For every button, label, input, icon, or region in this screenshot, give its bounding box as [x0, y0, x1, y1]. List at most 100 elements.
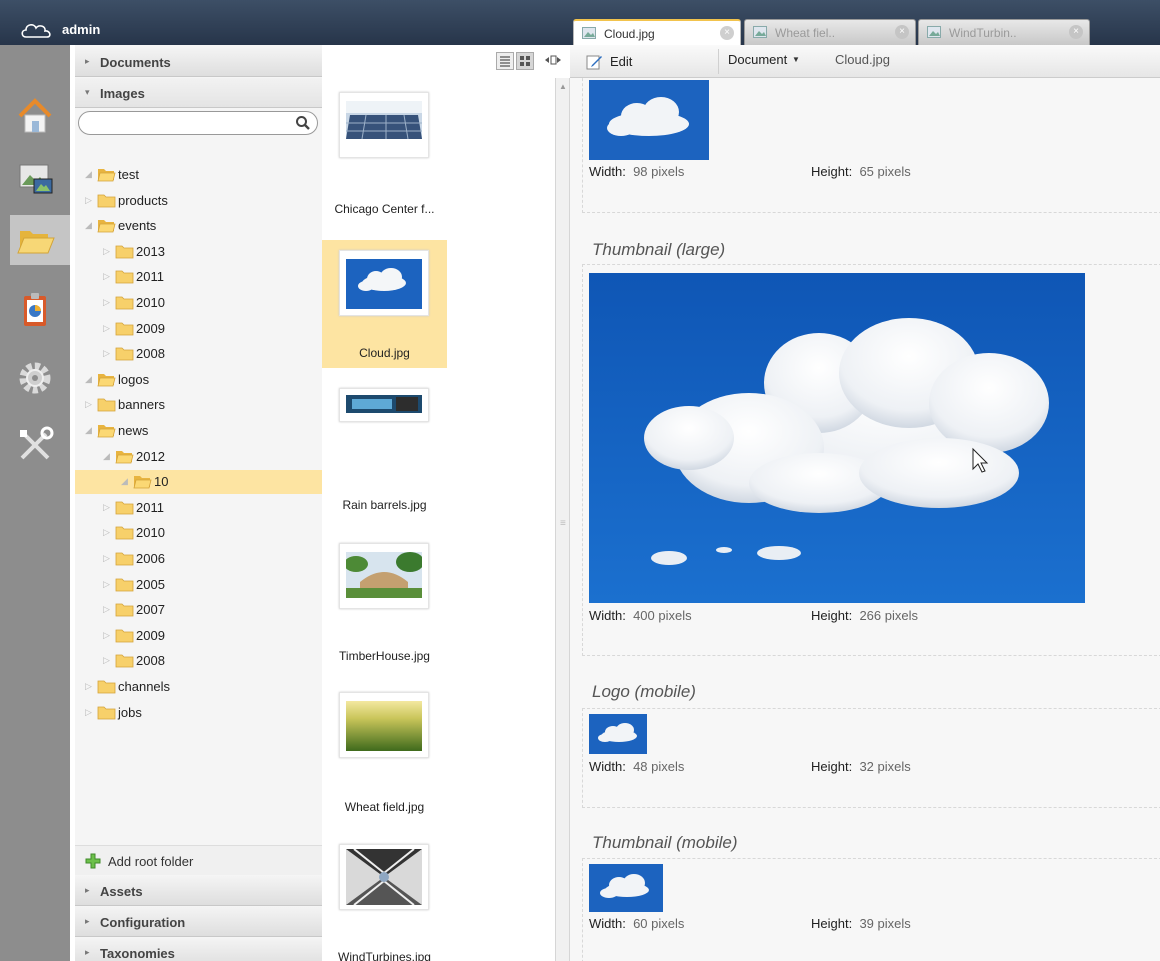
tab-wind-turbines[interactable]: WindTurbin.. × [918, 19, 1090, 45]
document-dropdown[interactable]: Document [728, 52, 787, 67]
tree-collapsed-icon[interactable]: ▷ [103, 655, 110, 666]
tree-node[interactable]: ▷ banners [75, 393, 322, 417]
file-item-timber-house[interactable]: TimberHouse.jpg [322, 533, 447, 663]
large-thumbnail-image [589, 273, 1085, 603]
tree-collapsed-icon[interactable]: ▷ [103, 579, 110, 590]
file-item-wind-turbines[interactable]: WindTurbines.jpg [322, 834, 447, 961]
content-toolbar: Edit Document ▼ Cloud.jpg [570, 45, 1160, 78]
tree-node[interactable]: ▷ products [75, 189, 322, 213]
file-item-wheat-field[interactable]: Wheat field.jpg [322, 682, 447, 814]
scroll-up-icon[interactable]: ▲ [559, 82, 567, 91]
edit-button[interactable]: Edit [584, 51, 644, 73]
tab-label: Cloud.jpg [604, 27, 655, 41]
tree-node[interactable]: ◢ test [75, 163, 322, 187]
search-input[interactable] [89, 115, 289, 131]
view-toggles [496, 52, 568, 72]
folder-open-icon [133, 476, 152, 489]
accordion-label: Images [100, 86, 145, 101]
file-item-rain-barrels[interactable]: Rain barrels.jpg [322, 378, 447, 512]
tree-node[interactable]: ▷ 2011 [75, 265, 322, 289]
tree-expanded-icon[interactable]: ◢ [85, 220, 92, 231]
file-item-chicago-center[interactable]: Chicago Center f... [322, 82, 447, 216]
thumbnail [339, 92, 429, 158]
rail-tools-button[interactable] [10, 420, 60, 470]
rail-home-button[interactable] [10, 90, 60, 140]
expand-panel-button[interactable] [544, 52, 562, 70]
tree-collapsed-icon[interactable]: ▷ [103, 271, 110, 282]
width-readout: Width: 60 pixels [589, 916, 685, 931]
user-name[interactable]: admin [62, 22, 100, 37]
tree-node[interactable]: ▷ 2008 [75, 342, 322, 366]
variant-thumbnail-large: Width: 400 pixels Height: 266 pixels [582, 264, 1160, 656]
tree-node[interactable]: ▷ 2006 [75, 547, 322, 571]
list-view-button[interactable] [496, 52, 514, 70]
add-root-folder-button[interactable]: Add root folder [75, 845, 322, 875]
tab-cloud-jpg[interactable]: Cloud.jpg × [573, 19, 741, 45]
tree-collapsed-icon[interactable]: ▷ [85, 681, 92, 692]
accordion-label: Documents [100, 55, 171, 70]
grid-view-button[interactable] [516, 52, 534, 70]
tree-collapsed-icon[interactable]: ▷ [103, 527, 110, 538]
tree-collapsed-icon[interactable]: ▷ [103, 553, 110, 564]
chevron-right-icon: ▸ [85, 56, 90, 66]
close-icon[interactable]: × [1069, 25, 1083, 39]
tree-node[interactable]: ▷ 2013 [75, 240, 322, 264]
rail-images-button[interactable] [10, 153, 60, 203]
tree-node[interactable]: ▷ 2009 [75, 624, 322, 648]
tree-collapsed-icon[interactable]: ▷ [103, 502, 110, 513]
tree-collapsed-icon[interactable]: ▷ [85, 399, 92, 410]
file-item-cloud[interactable]: Cloud.jpg [322, 240, 447, 368]
tree-node[interactable]: ◢ logos [75, 368, 322, 392]
accordion-taxonomies[interactable]: ▸ Taxonomies [75, 938, 322, 961]
tree-node[interactable]: ▷ 2011 [75, 496, 322, 520]
tree-collapsed-icon[interactable]: ▷ [85, 707, 92, 718]
divider [718, 49, 719, 74]
tree-node[interactable]: ▷ channels [75, 675, 322, 699]
tree-collapsed-icon[interactable]: ▷ [103, 348, 110, 359]
tree-expanded-icon[interactable]: ◢ [103, 451, 110, 462]
tree-node-label: 2010 [136, 295, 165, 310]
tree-node[interactable]: ◢ news [75, 419, 322, 443]
rail-reports-button[interactable] [10, 285, 60, 335]
search-icon[interactable] [295, 115, 311, 131]
tab-label: WindTurbin.. [949, 26, 1017, 40]
close-icon[interactable]: × [895, 25, 909, 39]
tree-node[interactable]: ▷ 2005 [75, 573, 322, 597]
tree-node[interactable]: ◢ 10 [75, 470, 322, 495]
tree-node[interactable]: ▷ 2010 [75, 521, 322, 545]
accordion-assets[interactable]: ▸ Assets [75, 876, 322, 906]
accordion-images[interactable]: ▾ Images [75, 78, 322, 108]
tree-node[interactable]: ▷ 2008 [75, 649, 322, 673]
accordion-configuration[interactable]: ▸ Configuration [75, 907, 322, 937]
caret-down-icon[interactable]: ▼ [792, 55, 800, 64]
accordion-documents[interactable]: ▸ Documents [75, 47, 322, 77]
accordion-label: Taxonomies [100, 946, 175, 961]
thumbnail [339, 543, 429, 609]
close-icon[interactable]: × [720, 26, 734, 40]
tree-node-label: 2012 [136, 448, 165, 464]
rail-settings-button[interactable] [10, 353, 60, 403]
tree-node[interactable]: ▷ 2007 [75, 598, 322, 622]
tree-node[interactable]: ▷ 2010 [75, 291, 322, 315]
tree-expanded-icon[interactable]: ◢ [85, 425, 92, 436]
tree-node[interactable]: ◢ events [75, 214, 322, 238]
tree-node[interactable]: ▷ jobs [75, 701, 322, 725]
tree-collapsed-icon[interactable]: ▷ [103, 246, 110, 257]
tree-collapsed-icon[interactable]: ▷ [103, 297, 110, 308]
tree-collapsed-icon[interactable]: ▷ [103, 323, 110, 334]
tree-collapsed-icon[interactable]: ▷ [85, 195, 92, 206]
tree-collapsed-icon[interactable]: ▷ [103, 604, 110, 615]
gear-icon [19, 362, 51, 394]
tree-expanded-icon[interactable]: ◢ [121, 476, 128, 487]
tree-node[interactable]: ▷ 2009 [75, 317, 322, 341]
add-root-folder-label: Add root folder [108, 854, 194, 869]
rail-documents-button[interactable] [10, 215, 70, 265]
tree-expanded-icon[interactable]: ◢ [85, 169, 92, 180]
image-doc-icon [582, 27, 596, 39]
tree-collapsed-icon[interactable]: ▷ [103, 630, 110, 641]
tree-node[interactable]: ◢ 2012 [75, 445, 322, 469]
chevron-right-icon: ▸ [85, 885, 90, 895]
panel-splitter[interactable]: ▲ ≡ [555, 78, 570, 961]
tree-expanded-icon[interactable]: ◢ [85, 374, 92, 385]
tab-wheat-field[interactable]: Wheat fiel.. × [744, 19, 916, 45]
